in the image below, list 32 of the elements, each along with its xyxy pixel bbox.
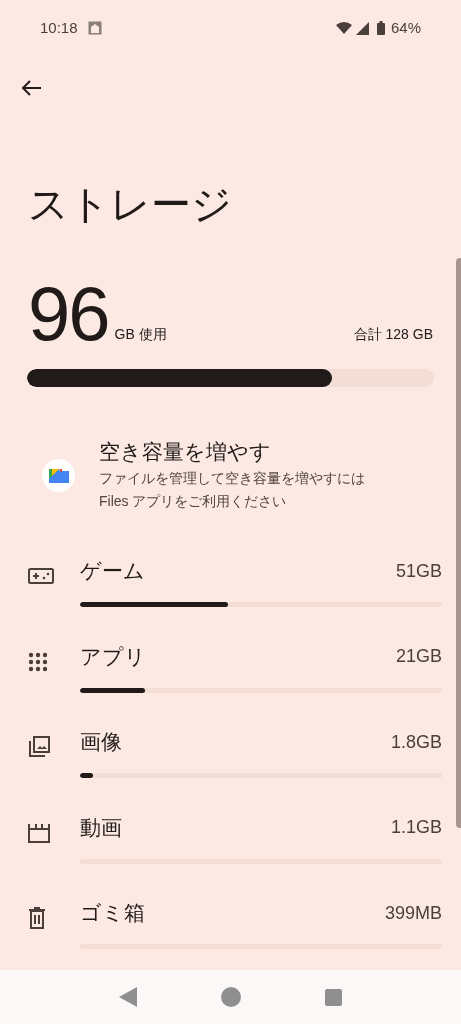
category-label[interactable]: ゲーム xyxy=(80,555,145,587)
back-icon[interactable] xyxy=(20,79,42,97)
wifi-icon xyxy=(335,22,352,34)
notification-icon xyxy=(87,21,102,35)
category-label[interactable]: 動画 xyxy=(80,811,122,844)
category-size: 399MB xyxy=(384,901,442,925)
apps-grid-icon xyxy=(28,651,48,672)
files-card-description: ファイルを管理して空き容量を増やすには Files アプリをご利用ください xyxy=(99,469,366,511)
category-size: 21GB xyxy=(395,645,442,668)
status-time: 10:18 xyxy=(40,17,78,38)
category-size: 51GB xyxy=(395,559,442,583)
signal-icon xyxy=(355,21,369,35)
category-label[interactable]: 画像 xyxy=(80,726,122,758)
category-size: 1.8GB xyxy=(390,730,442,754)
battery-level: 64% xyxy=(390,17,421,38)
battery-icon xyxy=(376,21,385,35)
trash-icon xyxy=(28,907,46,929)
page-title: ストレージ xyxy=(28,181,233,228)
clapperboard-icon xyxy=(28,822,50,843)
gamepad-icon xyxy=(28,568,54,584)
files-card-title[interactable]: 空き容量を増やす xyxy=(99,437,389,467)
photo-library-icon xyxy=(28,736,50,758)
files-app-icon xyxy=(42,458,75,492)
total-capacity: 合計 128 GB xyxy=(353,325,433,344)
back-nav-icon[interactable] xyxy=(119,987,137,1007)
home-nav-icon[interactable] xyxy=(221,987,241,1007)
recents-nav-icon[interactable] xyxy=(325,988,342,1006)
used-amount: 96 xyxy=(28,279,109,349)
category-label[interactable]: ゴミ箱 xyxy=(80,897,145,929)
category-label[interactable]: アプリ xyxy=(80,640,146,673)
category-size: 1.1GB xyxy=(390,816,442,839)
used-unit: GB 使用 xyxy=(114,325,167,344)
